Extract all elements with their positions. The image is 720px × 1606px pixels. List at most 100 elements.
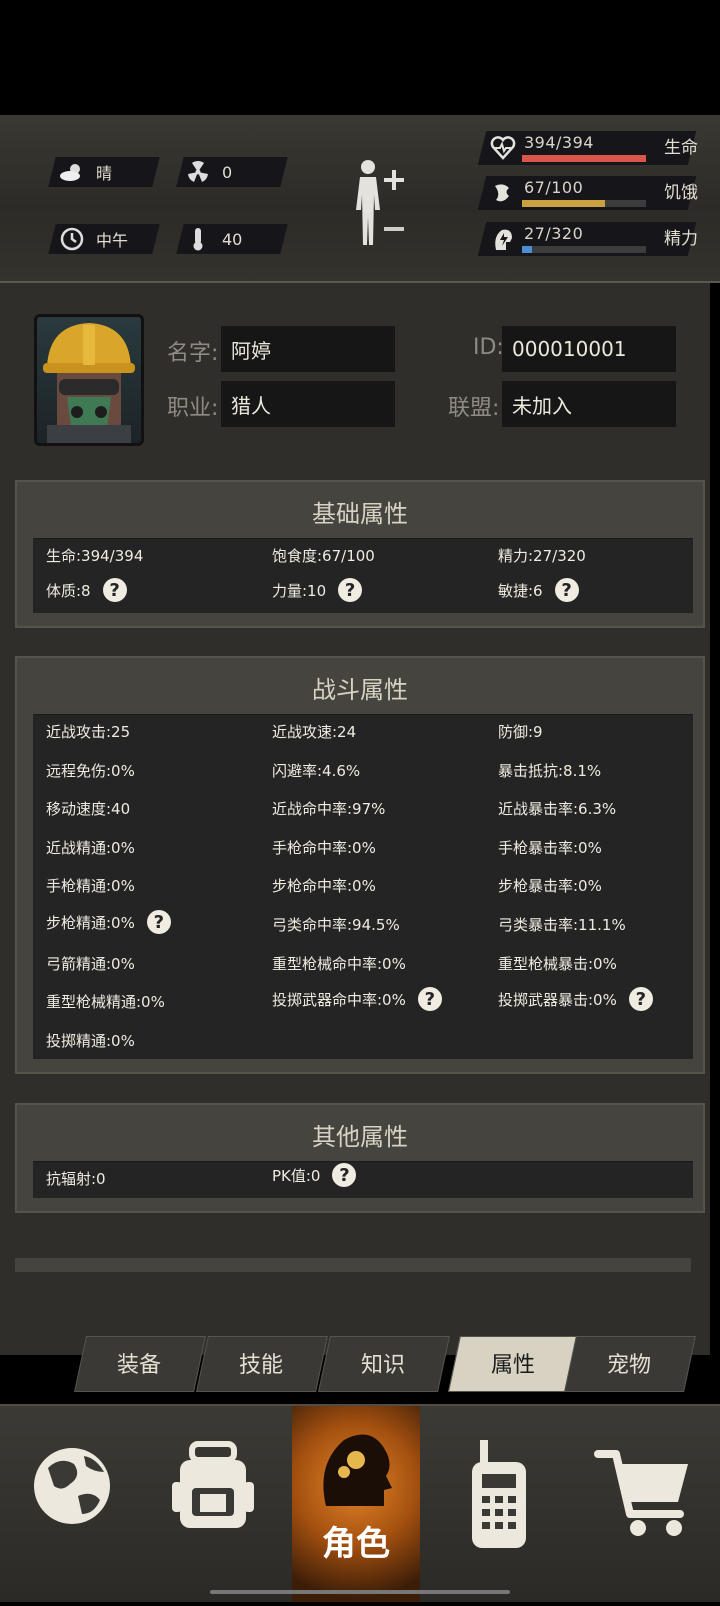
- radiation-indicator: 0: [184, 157, 232, 187]
- combat-attribute: 近战暴击率:6.3%: [498, 800, 617, 819]
- thermometer-icon: [184, 227, 212, 251]
- energy-label: 精力: [664, 229, 698, 249]
- nav-shop[interactable]: [584, 1406, 714, 1602]
- combat-attribute: 投掷武器命中率:0%?: [272, 987, 442, 1012]
- section-title: 基础属性: [312, 500, 408, 528]
- health-bar: [522, 155, 646, 162]
- combat-attribute: 暴击抵抗:8.1%: [498, 761, 602, 780]
- help-icon[interactable]: ?: [554, 578, 579, 602]
- energy-bar: [522, 246, 646, 253]
- nav-character[interactable]: 角色: [292, 1406, 420, 1602]
- nav-inventory[interactable]: [148, 1406, 278, 1602]
- help-icon[interactable]: ?: [628, 987, 653, 1012]
- attr-satiety: 饱食度:67/100: [272, 547, 375, 565]
- combat-attribute: 投掷武器暴击:0%?: [498, 987, 653, 1012]
- id-field: 000010001: [502, 326, 676, 372]
- backpack-icon: [172, 1441, 254, 1528]
- help-icon[interactable]: ?: [332, 1163, 357, 1187]
- name-field: 阿婷: [221, 326, 395, 372]
- health-label: 生命: [664, 138, 698, 158]
- body-status-button[interactable]: [350, 155, 420, 255]
- combat-attribute: 防御:9: [498, 723, 543, 741]
- combat-attribute: 重型枪械暴击:0%: [498, 954, 617, 973]
- bottom-navigation: 角色: [0, 1404, 720, 1602]
- hunger-value: 67/100: [524, 178, 584, 197]
- vital-hunger: 67/100 饥饿: [477, 172, 702, 212]
- section-divider: [15, 1258, 691, 1272]
- combat-attribute: 弓箭精通:0%: [46, 954, 135, 973]
- combat-attribute: 近战攻击:25: [46, 723, 131, 741]
- body-figure-icon: [356, 160, 404, 245]
- combat-attribute: 近战命中率:97%: [272, 800, 386, 819]
- section-title: 其他属性: [312, 1123, 408, 1151]
- combat-attribute: 近战攻速:24: [272, 723, 357, 741]
- energy-icon: [490, 226, 516, 252]
- help-icon[interactable]: ?: [338, 578, 363, 602]
- combat-attribute: 重型枪械精通:0%: [46, 993, 165, 1012]
- section-title: 战斗属性: [312, 676, 408, 704]
- radiation-value: 0: [222, 162, 233, 182]
- combat-attribute: 手枪精通:0%: [46, 877, 135, 896]
- combat-attribute: 手枪命中率:0%: [272, 838, 376, 857]
- vital-health: 394/394 生命: [477, 127, 702, 167]
- attr-radiation-resist: 抗辐射:0: [46, 1170, 106, 1188]
- combat-attribute: 弓类命中率:94.5%: [272, 916, 400, 934]
- job-label: 职业:: [167, 396, 219, 421]
- help-icon[interactable]: ?: [102, 578, 127, 602]
- walkie-talkie-icon: [472, 1440, 526, 1548]
- help-icon[interactable]: ?: [417, 987, 442, 1012]
- cart-icon: [594, 1450, 688, 1536]
- heart-icon: [490, 135, 516, 161]
- attr-strength: 力量:10?: [272, 578, 363, 602]
- attr-constitution: 体质:8?: [46, 578, 127, 602]
- combat-attribute: 重型枪械命中率:0%: [272, 954, 406, 973]
- survivor-portrait-icon: [43, 323, 135, 443]
- alliance-field: 未加入: [502, 381, 676, 427]
- health-value: 394/394: [524, 133, 594, 152]
- combat-attribute: 闪避率:4.6%: [272, 761, 361, 780]
- vital-energy: 27/320 精力: [477, 218, 702, 258]
- combat-attribute: 移动速度:40: [46, 800, 131, 819]
- attr-energy: 精力:27/320: [498, 547, 586, 565]
- nav-world[interactable]: [8, 1406, 138, 1602]
- id-label: ID:: [473, 335, 504, 360]
- combat-attribute: 步枪暴击率:0%: [498, 877, 602, 896]
- time-label: 中午: [96, 231, 129, 250]
- combat-attribute: 手枪暴击率:0%: [498, 838, 602, 857]
- weather-indicator: 晴: [58, 157, 112, 187]
- globe-icon: [34, 1448, 110, 1524]
- time-indicator: 中午: [58, 224, 128, 254]
- attr-health: 生命:394/394: [46, 547, 144, 565]
- temperature-value: 40: [222, 229, 243, 249]
- alliance-label: 联盟:: [448, 396, 500, 421]
- combat-attribute: 弓类暴击率:11.1%: [498, 916, 626, 934]
- temperature-indicator: 40: [184, 224, 242, 254]
- tab-equipment[interactable]: 装备: [80, 1336, 198, 1390]
- job-field: 猎人: [221, 381, 395, 427]
- combat-attribute: 投掷精通:0%: [46, 1031, 135, 1050]
- name-label: 名字:: [167, 341, 219, 366]
- combat-attribute: 远程免伤:0%: [46, 761, 135, 780]
- tab-skills[interactable]: 技能: [202, 1336, 320, 1390]
- combat-attribute: 步枪精通:0%?: [46, 910, 171, 934]
- other-attributes-section: 其他属性: [15, 1103, 705, 1213]
- home-indicator[interactable]: [210, 1590, 510, 1594]
- combat-attribute: 近战精通:0%: [46, 838, 135, 857]
- help-icon[interactable]: ?: [146, 910, 171, 934]
- tab-pets[interactable]: 宠物: [570, 1336, 688, 1390]
- cloud-sun-icon: [58, 162, 86, 182]
- weather-label: 晴: [96, 164, 113, 183]
- tab-knowledge[interactable]: 知识: [324, 1336, 442, 1390]
- tab-attributes[interactable]: 属性: [454, 1336, 572, 1390]
- character-subtabs: 装备 技能 知识 属性 宠物: [70, 1336, 700, 1392]
- character-head-icon: [323, 1434, 392, 1506]
- attr-pk-value: PK值:0?: [272, 1163, 357, 1187]
- energy-value: 27/320: [524, 224, 584, 243]
- nav-character-label: 角色: [322, 1524, 390, 1564]
- clock-icon: [58, 227, 86, 251]
- hunger-icon: [490, 180, 516, 206]
- hunger-bar: [522, 200, 646, 207]
- avatar[interactable]: [34, 314, 144, 446]
- hunger-label: 饥饿: [664, 183, 698, 203]
- nav-radio[interactable]: [434, 1406, 564, 1602]
